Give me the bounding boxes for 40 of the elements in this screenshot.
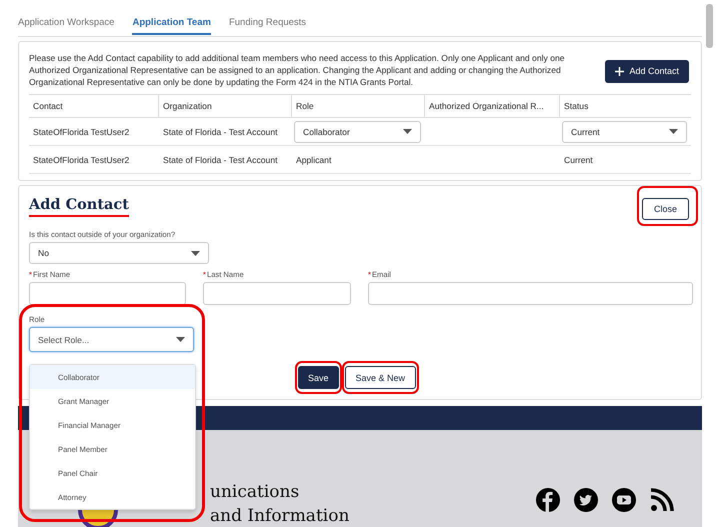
role-select[interactable]: Current bbox=[562, 120, 687, 142]
caret-icon bbox=[176, 337, 185, 342]
yes-no-select[interactable]: No bbox=[29, 242, 209, 264]
table-cell-text: StateOfFlorida TestUser2 bbox=[32, 126, 130, 136]
column-header: Organization bbox=[159, 95, 292, 117]
input-field[interactable] bbox=[368, 282, 693, 305]
twitter-icon[interactable] bbox=[574, 488, 598, 512]
highlight-outline bbox=[636, 186, 698, 226]
table-cell-text: Current bbox=[563, 154, 594, 164]
role-select[interactable]: Collaborator bbox=[294, 120, 421, 142]
role-select[interactable]: Select Role... bbox=[29, 327, 194, 352]
notice-text: Please use the Add Contact capability to add additional team members who need access to this Application. Only one Applicant and only one Authorized Organizational Representative can be assigned to an application. Changing the Applicant and adding or changing the Authorized Organizational Representative can only be done by updating the Form 424 in the NTIA Grants Portal. bbox=[29, 52, 566, 88]
table-cell-text: Applicant bbox=[295, 154, 332, 164]
table-cell-text: StateOfFlorida TestUser2 bbox=[32, 154, 130, 164]
save-and-new-button[interactable]: Save & New bbox=[344, 366, 416, 389]
table-cell-text: State of Florida - Test Account bbox=[162, 154, 278, 164]
save-button[interactable]: Save bbox=[298, 366, 339, 389]
column-header: Status bbox=[563, 100, 590, 113]
caret-icon bbox=[403, 129, 412, 134]
facebook-icon[interactable] bbox=[536, 488, 560, 512]
table-cell-text: State of Florida - Test Account bbox=[162, 126, 278, 136]
section-title: Add Contact bbox=[29, 196, 129, 217]
footer-title: and Information bbox=[210, 505, 350, 527]
input-field[interactable] bbox=[29, 282, 186, 305]
footer-title: unications bbox=[210, 481, 300, 504]
column-header: Authorized Organizational R... bbox=[425, 95, 560, 117]
column-header: Role bbox=[292, 95, 425, 117]
caret-icon bbox=[191, 250, 200, 256]
rss-icon[interactable] bbox=[650, 488, 674, 512]
column-header: Contact bbox=[29, 95, 159, 117]
close-button[interactable]: Close bbox=[642, 198, 689, 220]
input-field[interactable] bbox=[203, 282, 351, 305]
play-button-icon[interactable] bbox=[612, 488, 636, 512]
scrollbar[interactable] bbox=[706, 4, 713, 48]
tab[interactable]: Application Workspace bbox=[18, 0, 114, 35]
tab[interactable]: Application Team bbox=[132, 0, 211, 35]
plus-icon bbox=[615, 66, 624, 76]
caret-icon bbox=[669, 129, 678, 134]
add-contact-button[interactable]: Add Contact bbox=[605, 60, 689, 82]
tab[interactable]: Funding Requests bbox=[228, 0, 306, 35]
